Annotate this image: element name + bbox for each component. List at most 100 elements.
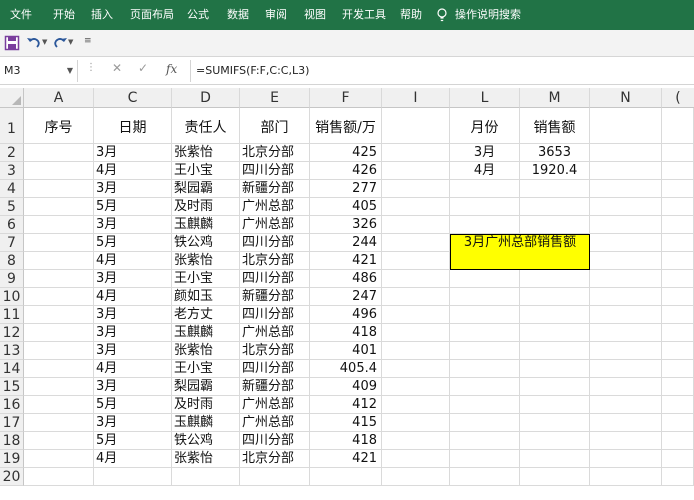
cell[interactable] xyxy=(662,198,694,216)
cell[interactable] xyxy=(450,414,520,432)
table-cell[interactable]: 418 xyxy=(310,324,382,342)
table-header[interactable]: 部门 xyxy=(240,108,310,144)
table-cell[interactable]: 418 xyxy=(310,432,382,450)
table-cell[interactable]: 277 xyxy=(310,180,382,198)
table-cell[interactable]: 张紫怡 xyxy=(172,252,240,270)
cell[interactable] xyxy=(520,432,590,450)
cell[interactable] xyxy=(590,180,662,198)
table-cell[interactable]: 486 xyxy=(310,270,382,288)
cell[interactable] xyxy=(520,306,590,324)
row-header-5[interactable]: 5 xyxy=(0,198,24,216)
table-cell[interactable] xyxy=(24,450,94,468)
column-header-a[interactable]: A xyxy=(24,88,94,108)
cell[interactable] xyxy=(382,108,450,144)
table-cell[interactable] xyxy=(24,324,94,342)
cell[interactable] xyxy=(520,378,590,396)
undo-icon[interactable] xyxy=(26,35,42,51)
cell[interactable] xyxy=(450,342,520,360)
row-header-10[interactable]: 10 xyxy=(0,288,24,306)
table-cell[interactable]: 张紫怡 xyxy=(172,342,240,360)
table-cell[interactable] xyxy=(24,306,94,324)
cell[interactable] xyxy=(24,468,94,486)
summary-header[interactable]: 月份 xyxy=(450,108,520,144)
cell[interactable] xyxy=(590,414,662,432)
table-cell[interactable]: 3月 xyxy=(94,216,172,234)
row-header-9[interactable]: 9 xyxy=(0,270,24,288)
cell[interactable] xyxy=(520,468,590,486)
table-cell[interactable]: 广州总部 xyxy=(240,396,310,414)
table-cell[interactable] xyxy=(24,432,94,450)
cell[interactable] xyxy=(590,162,662,180)
cell[interactable] xyxy=(450,270,520,288)
table-cell[interactable]: 4月 xyxy=(94,450,172,468)
cell[interactable] xyxy=(382,360,450,378)
table-cell[interactable]: 玉麒麟 xyxy=(172,324,240,342)
table-cell[interactable]: 北京分部 xyxy=(240,144,310,162)
cell[interactable] xyxy=(382,270,450,288)
table-cell[interactable]: 张紫怡 xyxy=(172,144,240,162)
cell[interactable] xyxy=(382,342,450,360)
undo-dropdown-icon[interactable]: ▼ xyxy=(42,38,47,46)
cell[interactable] xyxy=(590,270,662,288)
cell[interactable] xyxy=(520,288,590,306)
cell[interactable] xyxy=(662,144,694,162)
cell[interactable] xyxy=(590,396,662,414)
cell[interactable] xyxy=(520,270,590,288)
cell[interactable] xyxy=(590,360,662,378)
cell[interactable] xyxy=(450,198,520,216)
cell[interactable] xyxy=(662,108,694,144)
cell[interactable] xyxy=(382,252,450,270)
cell[interactable] xyxy=(382,414,450,432)
cell[interactable] xyxy=(662,468,694,486)
table-cell[interactable]: 5月 xyxy=(94,396,172,414)
table-cell[interactable] xyxy=(24,360,94,378)
table-cell[interactable]: 3月 xyxy=(94,342,172,360)
table-cell[interactable]: 3月 xyxy=(94,306,172,324)
cell[interactable] xyxy=(662,450,694,468)
table-cell[interactable] xyxy=(24,198,94,216)
table-cell[interactable]: 新疆分部 xyxy=(240,180,310,198)
cell[interactable] xyxy=(590,216,662,234)
table-cell[interactable]: 及时雨 xyxy=(172,396,240,414)
cell[interactable] xyxy=(520,198,590,216)
cell[interactable] xyxy=(662,360,694,378)
cell[interactable] xyxy=(590,432,662,450)
row-header-4[interactable]: 4 xyxy=(0,180,24,198)
table-cell[interactable]: 新疆分部 xyxy=(240,378,310,396)
cell[interactable] xyxy=(382,234,450,252)
cell[interactable] xyxy=(590,144,662,162)
table-cell[interactable]: 广州总部 xyxy=(240,414,310,432)
cell[interactable] xyxy=(590,108,662,144)
cell[interactable] xyxy=(450,468,520,486)
table-cell[interactable] xyxy=(24,180,94,198)
table-cell[interactable]: 广州总部 xyxy=(240,198,310,216)
cell[interactable] xyxy=(520,396,590,414)
table-cell[interactable]: 北京分部 xyxy=(240,450,310,468)
cell[interactable] xyxy=(520,216,590,234)
cancel-icon[interactable]: ✕ xyxy=(112,61,122,75)
table-cell[interactable]: 409 xyxy=(310,378,382,396)
table-cell[interactable]: 3月 xyxy=(94,180,172,198)
table-header[interactable]: 序号 xyxy=(24,108,94,144)
cell[interactable] xyxy=(240,468,310,486)
table-cell[interactable]: 405.4 xyxy=(310,360,382,378)
table-cell[interactable]: 新疆分部 xyxy=(240,288,310,306)
table-cell[interactable]: 梨园霸 xyxy=(172,378,240,396)
table-cell[interactable]: 4月 xyxy=(94,252,172,270)
cell[interactable] xyxy=(450,432,520,450)
tab-view[interactable]: 视图 xyxy=(304,0,326,30)
cell[interactable] xyxy=(382,288,450,306)
table-cell[interactable] xyxy=(24,252,94,270)
column-header-partial[interactable]: ( xyxy=(662,88,694,108)
select-all-button[interactable] xyxy=(0,88,24,108)
table-cell[interactable]: 3月 xyxy=(94,414,172,432)
table-cell[interactable] xyxy=(24,342,94,360)
table-cell[interactable] xyxy=(24,396,94,414)
row-header-11[interactable]: 11 xyxy=(0,306,24,324)
table-cell[interactable]: 421 xyxy=(310,252,382,270)
cell[interactable] xyxy=(450,324,520,342)
cell[interactable] xyxy=(382,198,450,216)
row-header-16[interactable]: 16 xyxy=(0,396,24,414)
customize-icon[interactable]: ≡ xyxy=(84,36,92,46)
column-header-m[interactable]: M xyxy=(520,88,590,108)
